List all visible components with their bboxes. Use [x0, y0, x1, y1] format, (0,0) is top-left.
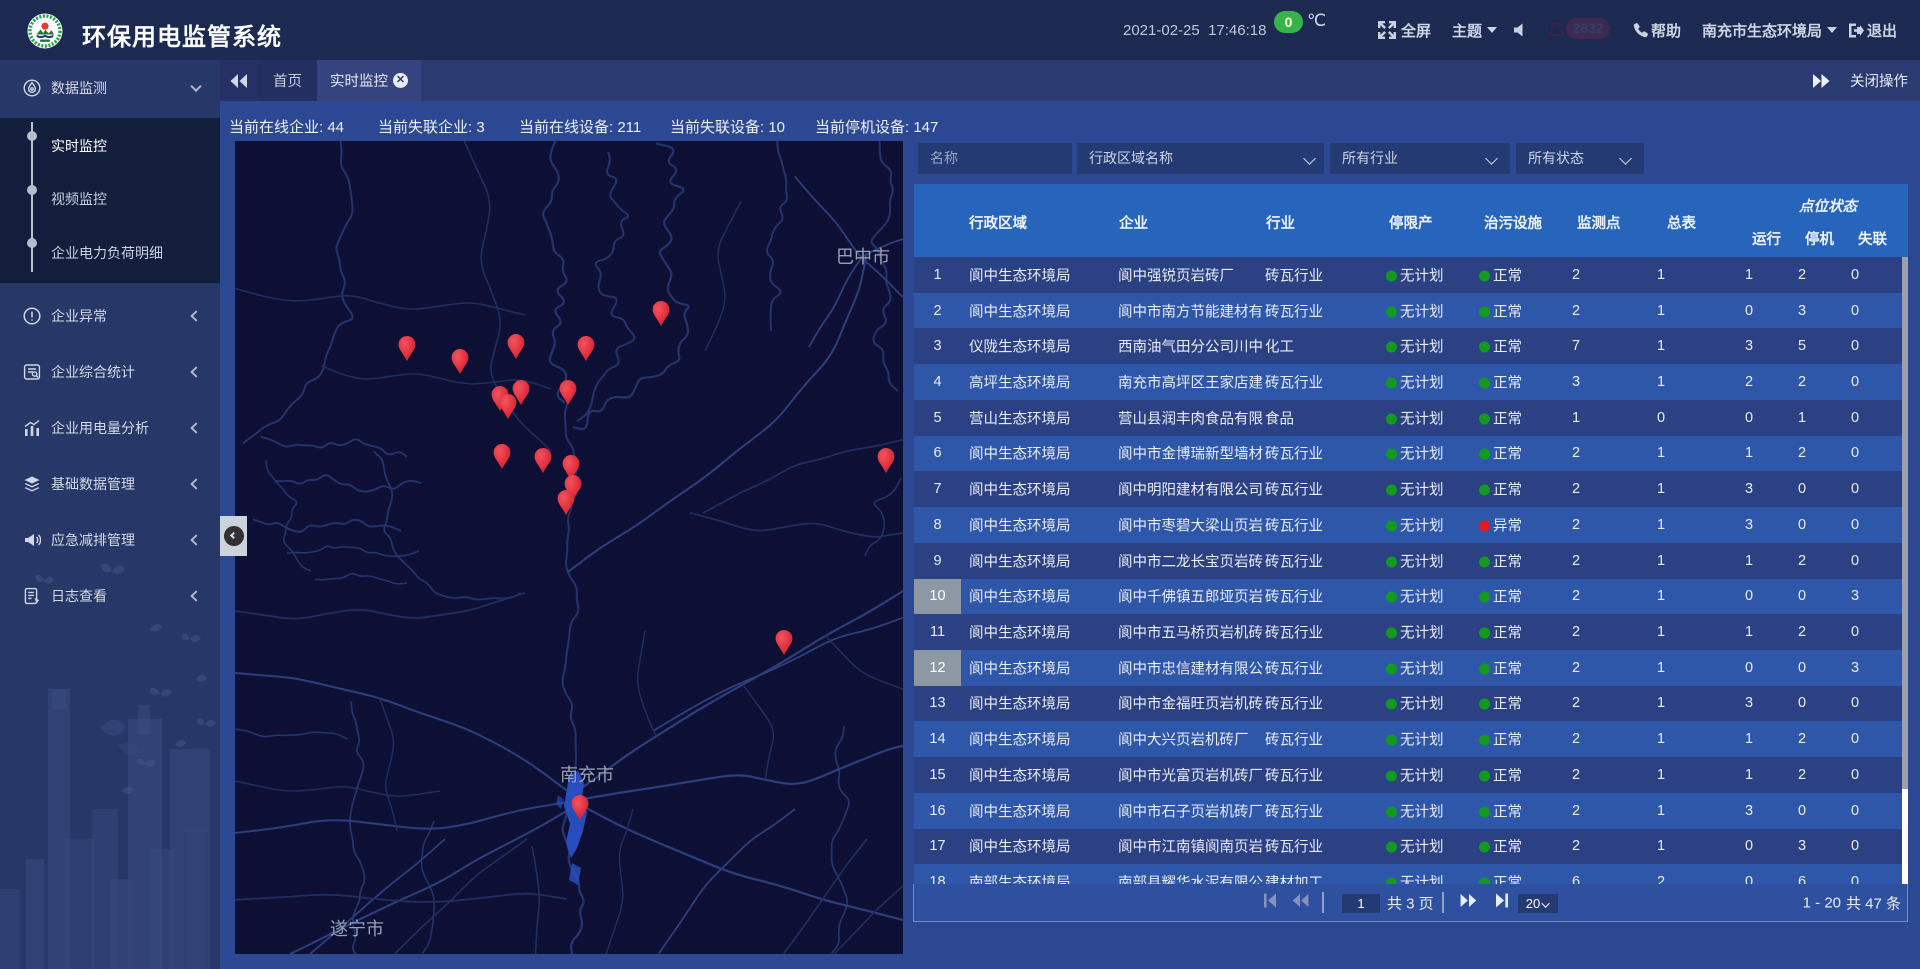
svg-text:南充市: 南充市 [560, 765, 614, 785]
svg-text:巴中市: 巴中市 [836, 247, 890, 267]
svg-text:遂宁市: 遂宁市 [330, 919, 384, 939]
